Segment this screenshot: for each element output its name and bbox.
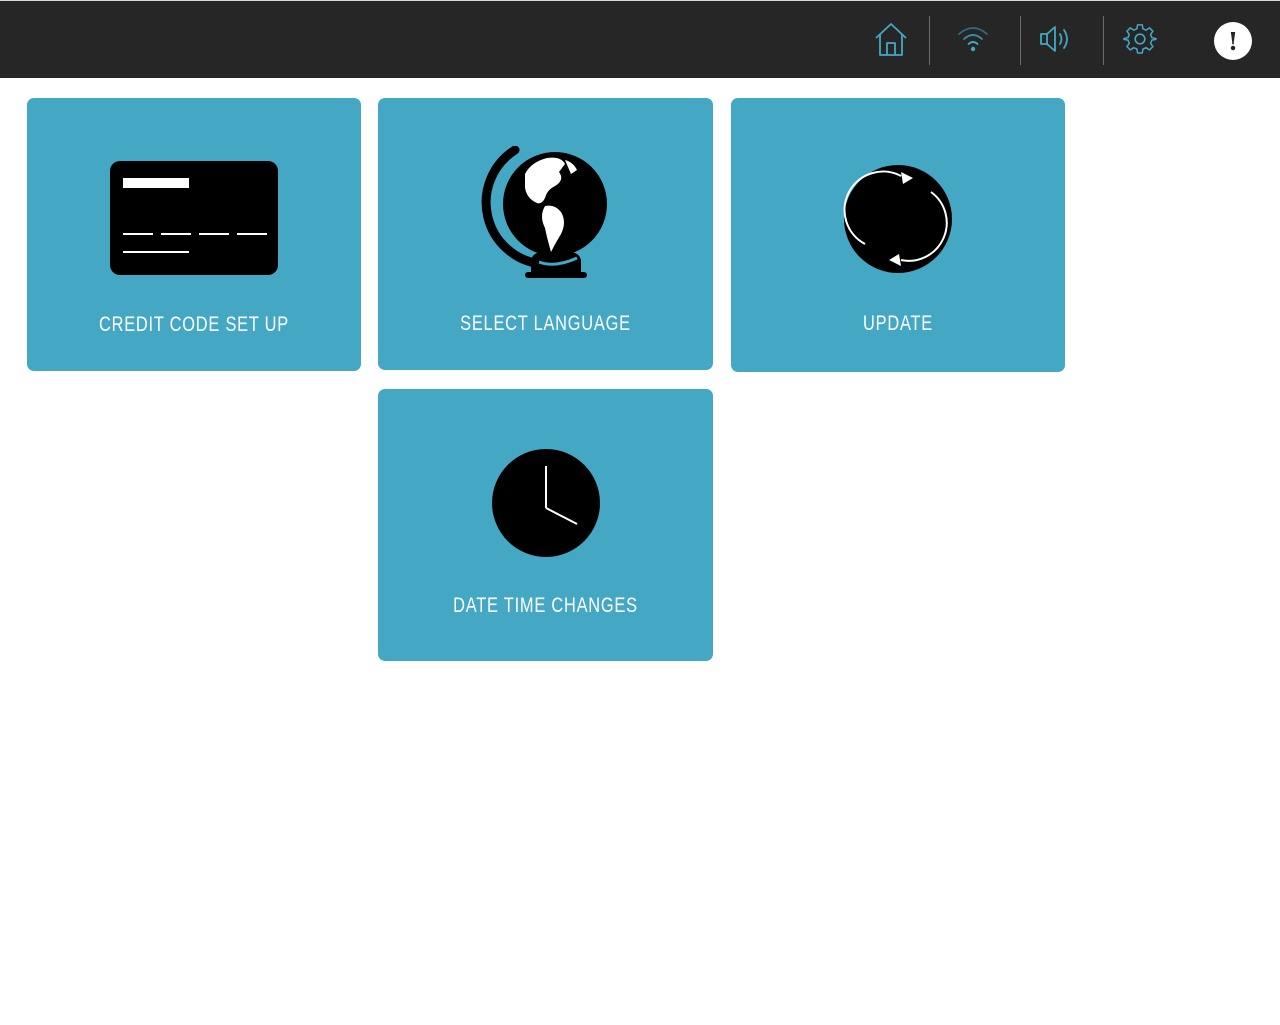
tile-label: DATE TIME CHANGES: [453, 594, 638, 617]
refresh-icon: [843, 165, 952, 273]
topbar-separator: [1103, 16, 1104, 65]
settings-gear-icon: [1123, 24, 1157, 54]
alert-icon: !: [1227, 26, 1239, 56]
tile-select-language[interactable]: SELECT LANGUAGE: [378, 98, 713, 370]
globe-icon: [481, 146, 607, 278]
clock-icon: [491, 449, 600, 557]
home-icon: [875, 23, 907, 56]
alert-button[interactable]: !: [1214, 22, 1252, 60]
home-button[interactable]: [869, 17, 913, 61]
tile-update[interactable]: UPDATE: [731, 98, 1065, 372]
volume-button[interactable]: [1035, 17, 1079, 61]
topbar-separator: [929, 16, 930, 65]
volume-icon: [1040, 26, 1068, 52]
top-bar: !: [0, 0, 1280, 78]
settings-button[interactable]: [1118, 17, 1162, 61]
tile-label: CREDIT CODE SET UP: [98, 313, 290, 336]
tile-date-time-changes[interactable]: DATE TIME CHANGES: [378, 389, 713, 661]
tile-label: SELECT LANGUAGE: [460, 312, 631, 335]
tile-credit-code-setup[interactable]: CREDIT CODE SET UP: [27, 98, 361, 371]
credit-card-icon: [110, 161, 278, 275]
wifi-button[interactable]: [951, 17, 995, 61]
wifi-icon: [958, 27, 988, 52]
tile-label: UPDATE: [863, 312, 933, 335]
topbar-separator: [1020, 16, 1021, 65]
